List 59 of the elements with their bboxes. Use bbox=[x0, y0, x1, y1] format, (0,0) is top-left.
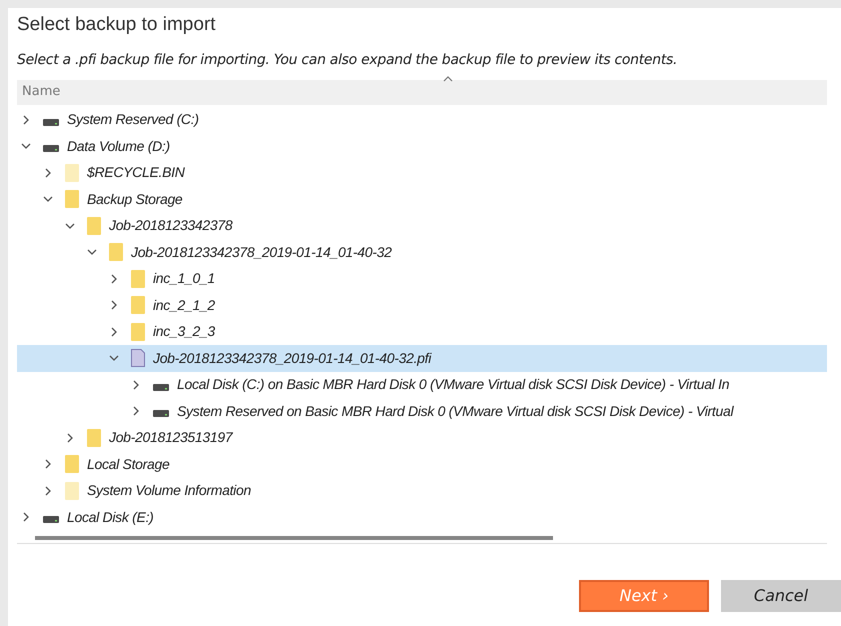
chevron-right-icon[interactable] bbox=[21, 512, 31, 522]
chevron-right-icon[interactable] bbox=[109, 274, 119, 284]
file-icon bbox=[131, 349, 145, 368]
tree-label: Local Storage bbox=[87, 454, 170, 474]
chevron-down-icon[interactable] bbox=[43, 194, 53, 204]
drive-icon bbox=[153, 382, 169, 391]
tree-label: inc_1_0_1 bbox=[153, 269, 215, 288]
tree-row[interactable]: Backup Storage bbox=[17, 186, 827, 212]
tree-row[interactable]: Job-2018123342378_2019-01-14_01-40-32.pfi bbox=[17, 345, 827, 372]
cancel-button[interactable]: Cancel bbox=[721, 580, 841, 612]
chevron-right-icon[interactable] bbox=[131, 380, 141, 390]
tree-label: Local Disk (E:) bbox=[67, 508, 154, 527]
tree-label: inc_3_2_3 bbox=[153, 322, 215, 342]
tree-row[interactable]: inc_2_1_2 bbox=[17, 292, 827, 318]
tree-row[interactable]: Job-2018123342378_2019-01-14_01-40-32 bbox=[17, 239, 827, 266]
chevron-right-icon[interactable] bbox=[43, 486, 53, 496]
tree-row[interactable]: System Reserved on Basic MBR Hard Disk 0 (VMware Virtual disk SCSI Disk Device) - Virtual bbox=[17, 398, 827, 424]
tree-label: Data Volume (D:) bbox=[67, 136, 170, 156]
sort-caret-icon bbox=[443, 76, 453, 82]
tree-label: Job-2018123342378 bbox=[109, 216, 232, 236]
tree-label: System Reserved on Basic MBR Hard Disk 0 (VMware Virtual disk SCSI Disk Device) - Virtual bbox=[177, 402, 734, 421]
tree-row[interactable]: Job-2018123513197 bbox=[17, 424, 827, 451]
tree-row[interactable]: inc_1_0_1 bbox=[17, 266, 827, 292]
tree-label: Job-2018123342378_2019-01-14_01-40-32.pfi bbox=[153, 348, 432, 368]
tree-row[interactable]: Local Disk (C:) on Basic MBR Hard Disk 0 (VMware Virtual disk SCSI Disk Device) - Virtual In bbox=[17, 372, 827, 398]
tree-row[interactable]: Job-2018123342378 bbox=[17, 212, 827, 239]
chevron-right-icon[interactable] bbox=[109, 326, 119, 337]
chevron-down-icon[interactable] bbox=[109, 353, 119, 364]
chevron-right-icon[interactable] bbox=[21, 114, 31, 125]
drive-icon bbox=[43, 118, 59, 126]
chevron-down-icon[interactable] bbox=[87, 247, 97, 258]
drive-icon bbox=[153, 409, 169, 418]
chevron-right-icon[interactable] bbox=[65, 432, 75, 443]
drive-icon bbox=[43, 515, 59, 524]
tree-row[interactable]: inc_3_2_3 bbox=[17, 318, 827, 345]
tree-label: System Reserved (C:) bbox=[67, 110, 199, 130]
chevron-right-icon[interactable] bbox=[109, 300, 119, 310]
tree-label: Backup Storage bbox=[87, 190, 182, 209]
tree-label: $RECYCLE.BIN bbox=[87, 163, 185, 182]
tree-row[interactable]: Data Volume (D:) bbox=[17, 133, 827, 160]
tree-row[interactable]: System Volume Information bbox=[17, 478, 827, 504]
tree-label: System Volume Information bbox=[87, 481, 251, 500]
tree-label: inc_2_1_2 bbox=[153, 296, 215, 315]
chevron-down-icon[interactable] bbox=[21, 141, 31, 152]
tree-row[interactable]: $RECYCLE.BIN bbox=[17, 160, 827, 186]
dialog-description: Select a .pfi backup file for importing. You can also expand the backup file to preview its contents. bbox=[17, 50, 678, 70]
tree-label: Local Disk (C:) on Basic MBR Hard Disk 0 (VMware Virtual disk SCSI Disk Device) - Virtual In bbox=[177, 375, 730, 394]
chevron-right-icon[interactable] bbox=[43, 459, 53, 470]
tree-row[interactable]: Local Disk (E:) bbox=[17, 504, 827, 530]
drive-icon bbox=[43, 144, 59, 152]
chevron-right-icon[interactable] bbox=[43, 168, 53, 178]
chevron-right-icon[interactable] bbox=[131, 406, 141, 416]
tree-label: Job-2018123342378_2019-01-14_01-40-32 bbox=[131, 242, 392, 262]
dialog-title: Select backup to import bbox=[17, 13, 217, 37]
tree-row[interactable]: Local Storage bbox=[17, 451, 827, 478]
tree-label: Job-2018123513197 bbox=[109, 428, 232, 448]
horizontal-scrollbar[interactable] bbox=[35, 536, 553, 540]
chevron-down-icon[interactable] bbox=[65, 220, 75, 231]
tree-row[interactable]: System Reserved (C:) bbox=[17, 106, 827, 133]
